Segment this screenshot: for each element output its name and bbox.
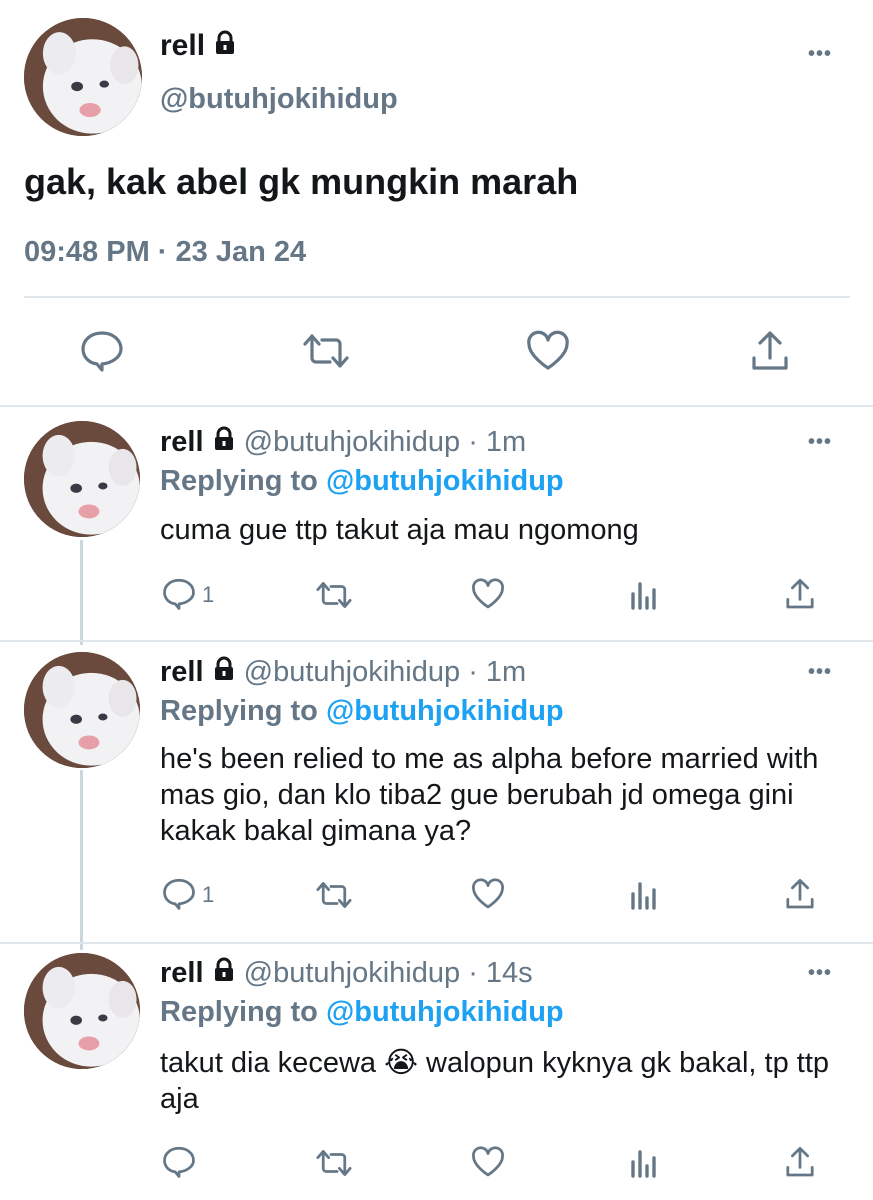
reply-display-name[interactable]: rell (160, 957, 204, 989)
reply-meta[interactable]: @butuhjokihidup · 14s (244, 957, 533, 989)
reply-header: rell @butuhjokihidup · 1m (160, 424, 526, 461)
reply-text: takut dia kecewa 😭 walopun kyknya gk bak… (160, 1047, 830, 1115)
kitten-avatar-image (24, 953, 140, 1069)
kitten-avatar-image (24, 421, 140, 537)
like-icon[interactable] (526, 330, 570, 372)
replying-to: Replying to @butuhjokihidup (160, 695, 564, 727)
main-timestamp[interactable]: 09:48 PM · 23 Jan 24 (24, 234, 306, 270)
share-icon[interactable] (784, 1146, 816, 1178)
reply-icon[interactable] (162, 878, 196, 910)
reply-header: rell @butuhjokihidup · 14s (160, 955, 533, 992)
reply-text: cuma gue ttp takut aja mau ngomong (160, 514, 639, 546)
main-tweet-text: gak, kak abel gk mungkin marah (24, 161, 579, 202)
retweet-icon[interactable] (314, 1148, 354, 1178)
reply-icon[interactable] (80, 330, 124, 372)
reply-avatar[interactable] (24, 421, 140, 537)
analytics-icon[interactable] (630, 880, 658, 910)
reply-icon[interactable] (162, 578, 196, 610)
more-options-button[interactable]: ••• (808, 44, 832, 64)
lock-icon (212, 425, 236, 461)
main-display-name[interactable]: rell (160, 28, 237, 65)
reply-count: 1 (202, 882, 215, 907)
divider (0, 405, 873, 407)
reply-text: he's been relied to me as alpha before m… (160, 743, 819, 847)
analytics-icon[interactable] (630, 1148, 658, 1178)
divider (0, 640, 873, 642)
mention-link[interactable]: @butuhjokihidup (326, 695, 564, 727)
lock-icon (213, 29, 237, 65)
kitten-avatar-image (24, 18, 142, 136)
retweet-icon[interactable] (314, 880, 354, 910)
more-options-button[interactable]: ••• (808, 432, 832, 452)
reply-meta[interactable]: @butuhjokihidup · 1m (244, 426, 527, 458)
main-handle[interactable]: @butuhjokihidup (160, 82, 398, 116)
like-icon[interactable] (471, 878, 505, 910)
thread-line (80, 540, 83, 645)
analytics-icon[interactable] (630, 580, 658, 610)
divider (0, 942, 873, 944)
reply-display-name[interactable]: rell (160, 426, 204, 458)
reply-header: rell @butuhjokihidup · 1m (160, 654, 526, 691)
replying-to: Replying to @butuhjokihidup (160, 996, 564, 1028)
reply-icon[interactable] (162, 1146, 196, 1178)
main-avatar[interactable] (24, 18, 142, 136)
reply-avatar[interactable] (24, 652, 140, 768)
replying-to: Replying to @butuhjokihidup (160, 465, 564, 497)
reply-count: 1 (202, 582, 215, 607)
more-options-button[interactable]: ••• (808, 662, 832, 682)
share-icon[interactable] (784, 578, 816, 610)
share-icon[interactable] (784, 878, 816, 910)
divider (24, 296, 850, 298)
mention-link[interactable]: @butuhjokihidup (326, 996, 564, 1028)
like-icon[interactable] (471, 578, 505, 610)
more-options-button[interactable]: ••• (808, 963, 832, 983)
retweet-icon[interactable] (300, 332, 352, 370)
lock-icon (212, 956, 236, 992)
mention-link[interactable]: @butuhjokihidup (326, 465, 564, 497)
reply-meta[interactable]: @butuhjokihidup · 1m (244, 656, 527, 688)
kitten-avatar-image (24, 652, 140, 768)
lock-icon (212, 655, 236, 691)
reply-avatar[interactable] (24, 953, 140, 1069)
thread-line (80, 770, 83, 950)
like-icon[interactable] (471, 1146, 505, 1178)
share-icon[interactable] (750, 330, 790, 372)
reply-display-name[interactable]: rell (160, 656, 204, 688)
retweet-icon[interactable] (314, 580, 354, 610)
